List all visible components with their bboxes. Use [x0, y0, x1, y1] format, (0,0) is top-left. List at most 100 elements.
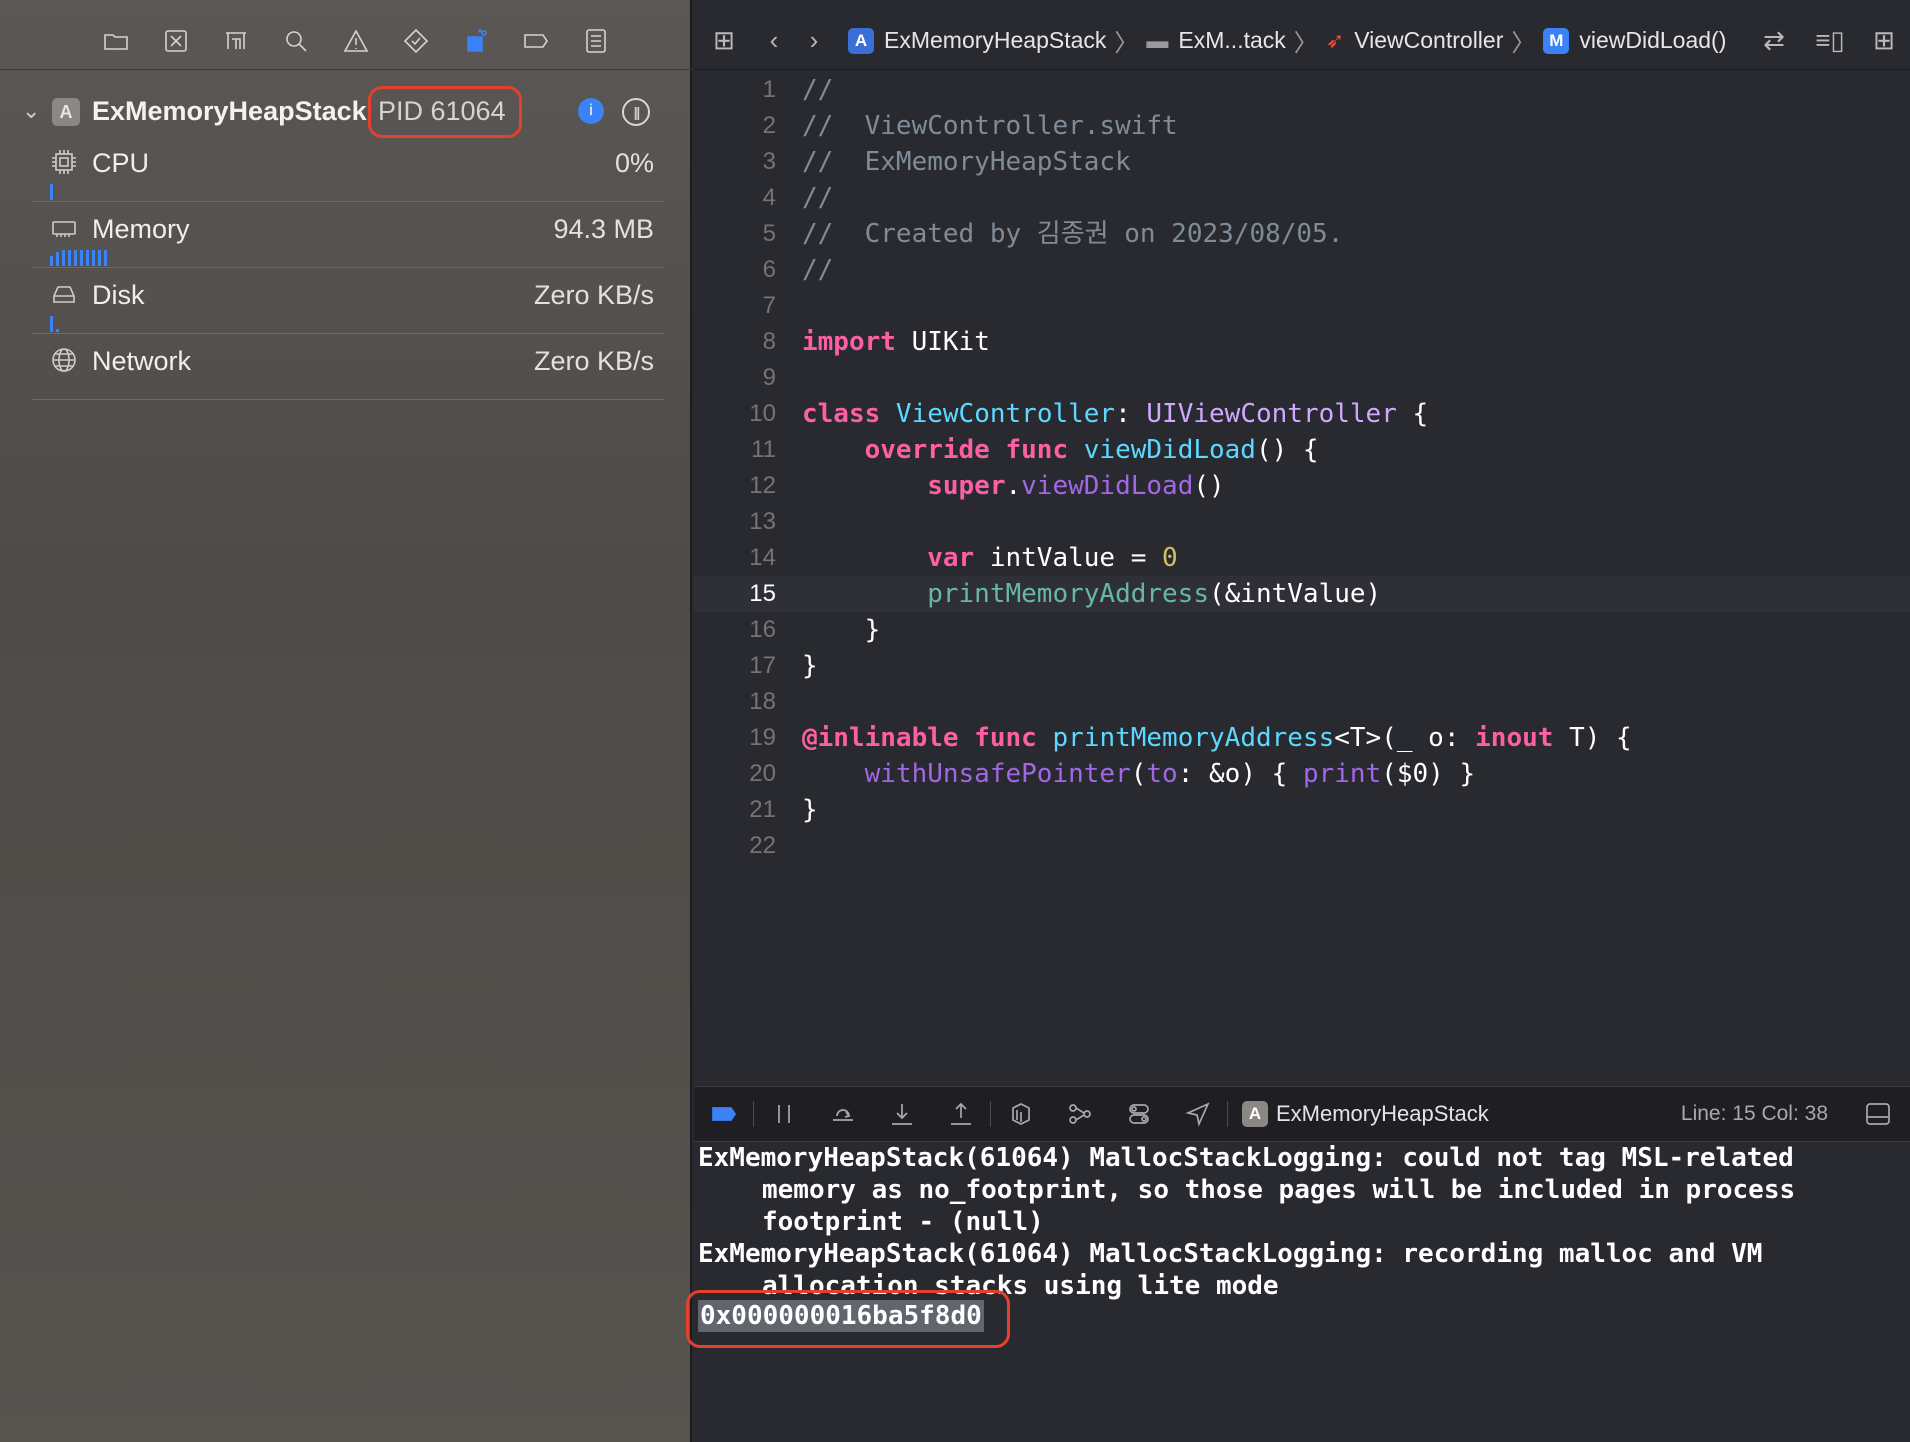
back-icon[interactable]: ‹ [754, 25, 794, 56]
console-line: footprint - (null) [762, 1207, 1044, 1237]
search-icon[interactable] [266, 12, 326, 70]
app-icon: A [1242, 1101, 1268, 1127]
code-line[interactable]: 17} [694, 648, 1910, 684]
code-line[interactable]: 8 import UIKit [694, 324, 1910, 360]
environment-overrides-icon[interactable] [1109, 1086, 1168, 1142]
breadcrumb-folder-label: ExM...tack [1178, 27, 1286, 53]
app-icon: A [52, 98, 80, 126]
editor-options-icon[interactable]: ≡▯ [1806, 25, 1854, 56]
address-annotation-highlight [686, 1290, 1010, 1348]
code-line[interactable]: 7 [694, 288, 1910, 324]
line-col-indicator: Line: 15 Col: 38 [1680, 1102, 1828, 1125]
code-line[interactable]: 6// [694, 252, 1910, 288]
breadcrumb-project[interactable]: A ExMemoryHeapStack [848, 27, 1106, 54]
code-line[interactable]: 19 @inlinable func printMemoryAddress<T>(… [694, 720, 1910, 756]
view-hierarchy-icon[interactable] [991, 1086, 1050, 1142]
code-line-current[interactable]: 15 printMemoryAddress(&intValue) [694, 576, 1910, 612]
code-line[interactable]: 13 [694, 504, 1910, 540]
gauge-value: 0% [614, 148, 654, 178]
gauge-icon[interactable]: ||| [622, 98, 650, 126]
source-editor: ⊞ ‹ › A ExMemoryHeapStack 〉 ▬ ExM...tack… [694, 0, 1910, 1086]
code-line[interactable]: 2// ViewController.swift [694, 108, 1910, 144]
breadcrumb-file[interactable]: ➶ ViewController [1326, 27, 1504, 54]
code-line[interactable]: 5// Created by 김종권 on 2023/08/05. [694, 216, 1910, 252]
test-navigator-icon[interactable] [386, 12, 446, 70]
step-into-icon[interactable] [872, 1086, 931, 1142]
breadcrumb-folder[interactable]: ▬ ExM...tack [1146, 27, 1285, 54]
code-line[interactable]: 3// ExMemoryHeapStack [694, 144, 1910, 180]
project-icon: A [848, 27, 874, 54]
code-line[interactable]: 12 super.viewDidLoad() [694, 468, 1910, 504]
jump-bar: ⊞ ‹ › A ExMemoryHeapStack 〉 ▬ ExM...tack… [694, 12, 1910, 70]
source-control-icon[interactable] [146, 12, 206, 70]
gauge-memory[interactable]: Memory 94.3 MB [32, 202, 664, 268]
breadcrumb-separator-icon: 〉 [1114, 30, 1139, 57]
code-area[interactable]: 1// 2// ViewController.swift 3// ExMemor… [694, 72, 1910, 1086]
method-icon: M [1543, 27, 1570, 54]
code-line[interactable]: 16 } [694, 612, 1910, 648]
memory-sparkline [50, 248, 107, 266]
gauge-disk[interactable]: Disk Zero KB/s [32, 268, 664, 334]
hide-debug-area-icon[interactable] [1864, 1100, 1892, 1128]
breadcrumb-method-label: viewDidLoad() [1579, 27, 1727, 53]
swift-icon: ➶ [1325, 27, 1345, 53]
debug-navigator-icon[interactable] [446, 12, 506, 70]
gauge-label: CPU [92, 148, 150, 178]
code-line[interactable]: 22 [694, 828, 1910, 864]
breadcrumb-separator-icon: 〉 [1293, 30, 1318, 57]
warning-icon[interactable] [326, 12, 386, 70]
pause-icon[interactable] [754, 1086, 813, 1142]
gauge-label: Network [92, 346, 192, 376]
breadcrumb-separator-icon: 〉 [1511, 30, 1536, 57]
step-over-icon[interactable] [813, 1086, 872, 1142]
step-out-icon[interactable] [931, 1086, 990, 1142]
add-editor-icon[interactable]: ⊞ [1864, 25, 1904, 56]
process-selector[interactable]: ExMemoryHeapStack [1276, 1101, 1489, 1127]
code-line[interactable]: 18 [694, 684, 1910, 720]
breadcrumb-project-label: ExMemoryHeapStack [884, 27, 1107, 53]
gauge-network[interactable]: Network Zero KB/s [32, 334, 664, 400]
gauge-label: Disk [92, 280, 145, 310]
symbol-navigator-icon[interactable] [206, 12, 266, 70]
folder-icon[interactable] [86, 12, 146, 70]
folder-icon: ▬ [1146, 27, 1169, 53]
cpu-icon [50, 148, 78, 176]
gauge-value: 94.3 MB [553, 214, 654, 244]
info-icon[interactable]: i [578, 98, 604, 124]
navigator-toolbar [0, 12, 692, 70]
process-name: ExMemoryHeapStack [92, 96, 367, 126]
code-line[interactable]: 1// [694, 72, 1910, 108]
process-row[interactable]: ⌄ A ExMemoryHeapStack PID 61064 i ||| [0, 88, 692, 136]
globe-icon [50, 346, 78, 374]
pid-annotation-highlight [368, 86, 522, 138]
console-line: memory as no_footprint, so those pages w… [762, 1175, 1796, 1205]
code-line[interactable]: 14 var intValue = 0 [694, 540, 1910, 576]
forward-icon[interactable]: › [794, 25, 834, 56]
code-line[interactable]: 9 [694, 360, 1910, 396]
gauge-label: Memory [92, 214, 190, 244]
report-navigator-icon[interactable] [566, 12, 626, 70]
memory-icon [50, 214, 78, 242]
breakpoint-navigator-icon[interactable] [506, 12, 566, 70]
location-icon[interactable] [1168, 1086, 1227, 1142]
gauge-cpu[interactable]: CPU 0% [32, 136, 664, 202]
swap-icon[interactable]: ⇄ [1754, 25, 1794, 56]
breakpoints-toggle-icon[interactable] [694, 1086, 753, 1142]
console-line: ExMemoryHeapStack(61064) MallocStackLogg… [698, 1143, 1794, 1173]
console-line: ExMemoryHeapStack(61064) MallocStackLogg… [698, 1239, 1763, 1269]
disk-sparkline [50, 314, 59, 332]
breadcrumb-method[interactable]: M viewDidLoad() [1543, 27, 1726, 54]
breadcrumb-file-label: ViewController [1354, 27, 1504, 53]
code-line[interactable]: 21} [694, 792, 1910, 828]
chevron-down-icon[interactable]: ⌄ [22, 98, 40, 124]
memory-graph-icon[interactable] [1050, 1086, 1109, 1142]
code-line[interactable]: 11 override func viewDidLoad() { [694, 432, 1910, 468]
code-line[interactable]: 20 withUnsafePointer(to: &o) { print($0)… [694, 756, 1910, 792]
gauge-value: Zero KB/s [533, 280, 654, 310]
code-line[interactable]: 10 class ViewController: UIViewController… [694, 396, 1910, 432]
divider [1227, 1101, 1228, 1127]
debug-bar: A ExMemoryHeapStack Line: 15 Col: 38 [694, 1086, 1910, 1142]
disk-icon [50, 280, 78, 308]
related-items-icon[interactable]: ⊞ [694, 25, 754, 56]
code-line[interactable]: 4// [694, 180, 1910, 216]
